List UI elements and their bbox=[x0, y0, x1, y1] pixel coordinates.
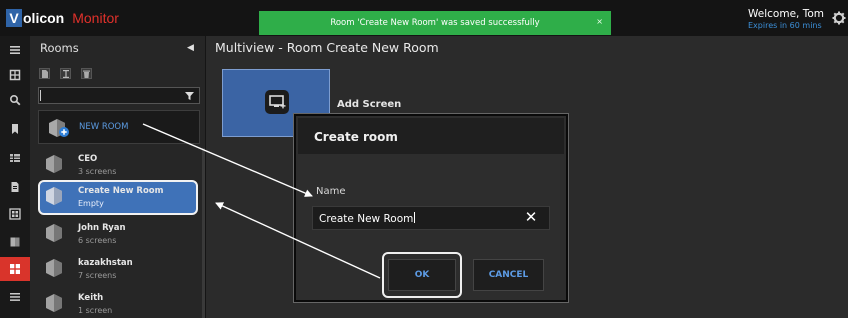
room-name: CEO bbox=[78, 154, 98, 164]
grid-icon[interactable] bbox=[0, 63, 30, 87]
collapse-panel-button[interactable]: ◀ bbox=[187, 43, 194, 53]
app-logo[interactable]: V olicon Monitor bbox=[6, 9, 119, 27]
room-icon bbox=[46, 155, 62, 173]
room-name-value: Create New Room bbox=[319, 213, 414, 225]
rooms-icon[interactable] bbox=[0, 257, 30, 281]
logo-mark: V bbox=[6, 9, 22, 27]
search-icon[interactable] bbox=[0, 88, 30, 112]
room-name: kazakhstan bbox=[78, 258, 133, 268]
text-caret bbox=[40, 90, 41, 101]
toast-close-button[interactable]: × bbox=[596, 17, 603, 26]
toast-message: Room 'Create New Room' was saved success… bbox=[330, 18, 540, 28]
session-expiry: Expires in 60 mins bbox=[748, 21, 822, 30]
success-toast: Room 'Create New Room' was saved success… bbox=[259, 11, 611, 35]
rooms-panel-title: Rooms bbox=[40, 41, 79, 55]
add-room-icon bbox=[49, 119, 69, 137]
layers-icon[interactable] bbox=[0, 230, 30, 254]
welcome-text[interactable]: Welcome, Tom bbox=[748, 8, 824, 20]
add-screen-icon bbox=[265, 90, 289, 114]
gear-icon[interactable] bbox=[832, 11, 846, 25]
ok-button[interactable]: OK bbox=[388, 259, 456, 291]
bookmark-icon[interactable] bbox=[0, 117, 30, 141]
product-name: Monitor bbox=[72, 10, 119, 26]
menu-icon[interactable] bbox=[0, 38, 30, 62]
name-field-label: Name bbox=[316, 186, 346, 197]
new-room-button[interactable]: NEW ROOM bbox=[38, 110, 200, 144]
room-screen-count: 6 screens bbox=[78, 236, 117, 245]
new-room-label: NEW ROOM bbox=[79, 122, 129, 132]
cancel-button[interactable]: CANCEL bbox=[473, 259, 544, 291]
icon-rail bbox=[0, 36, 30, 318]
text-icon[interactable] bbox=[60, 68, 71, 79]
file-icon[interactable] bbox=[39, 68, 50, 79]
dialog-header: Create room bbox=[298, 118, 564, 154]
room-screen-count: Empty bbox=[78, 199, 104, 208]
room-name-input[interactable]: Create New Room bbox=[312, 206, 550, 230]
room-list-item[interactable]: John Ryan 6 screens bbox=[38, 217, 198, 252]
room-name: John Ryan bbox=[78, 223, 126, 233]
top-bar: V olicon Monitor Room 'Create New Room' … bbox=[0, 0, 848, 36]
rooms-panel: Rooms ◀ NEW ROOM CEO 3 screens Create Ne… bbox=[30, 36, 206, 318]
filter-icon[interactable] bbox=[185, 92, 194, 100]
document-icon[interactable] bbox=[0, 175, 30, 199]
dialog-title: Create room bbox=[314, 130, 398, 144]
room-list-item[interactable]: CEO 3 screens bbox=[38, 148, 198, 183]
table-icon[interactable] bbox=[0, 146, 30, 170]
room-name: Keith bbox=[78, 293, 104, 303]
gallery-icon[interactable] bbox=[0, 202, 30, 226]
room-screen-count: 3 screens bbox=[78, 167, 117, 176]
room-list-item-selected[interactable]: Create New Room Empty bbox=[38, 180, 198, 215]
room-screen-count: 7 screens bbox=[78, 271, 117, 280]
room-icon bbox=[46, 259, 62, 277]
room-icon bbox=[46, 187, 62, 205]
text-caret bbox=[414, 212, 416, 223]
room-list-item[interactable]: Keith 1 screen bbox=[38, 287, 198, 318]
create-room-dialog: Create room Name Create New Room ✕ OK CA… bbox=[294, 114, 568, 302]
clear-input-icon[interactable]: ✕ bbox=[524, 209, 538, 225]
list-icon[interactable] bbox=[0, 285, 30, 309]
rooms-scrollbar[interactable] bbox=[202, 148, 205, 318]
room-filter-input[interactable] bbox=[38, 87, 200, 104]
room-screen-count: 1 screen bbox=[78, 306, 113, 315]
room-list-item[interactable]: kazakhstan 7 screens bbox=[38, 252, 198, 287]
room-icon bbox=[46, 224, 62, 242]
logo-text: olicon bbox=[23, 10, 65, 26]
room-icon bbox=[46, 294, 62, 312]
page-title: Multiview - Room Create New Room bbox=[215, 40, 439, 55]
room-name: Create New Room bbox=[78, 186, 164, 196]
trash-icon[interactable] bbox=[81, 68, 92, 79]
add-screen-label[interactable]: Add Screen bbox=[337, 99, 401, 110]
